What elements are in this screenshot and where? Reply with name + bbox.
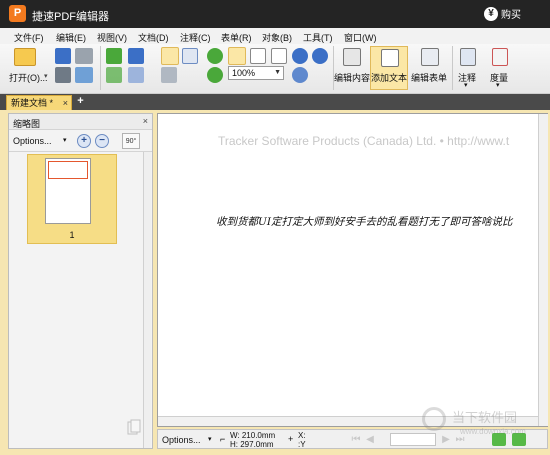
close-icon[interactable]: × <box>143 116 148 126</box>
previous-page-icon[interactable]: ◀ <box>364 434 376 445</box>
page-green-icon[interactable] <box>106 48 122 64</box>
tab-label: 新建文档 * <box>11 98 54 108</box>
crosshair-icon: + <box>288 434 294 444</box>
zoom-value: 100% <box>232 68 256 78</box>
page-size-icon: ⌐ <box>220 434 226 444</box>
hand-tool-icon[interactable] <box>161 47 179 65</box>
zoom-out-icon[interactable] <box>312 48 328 64</box>
document-header-text: Tracker Software Products (Canada) Ltd. … <box>218 134 510 148</box>
buy-label: 购买 <box>501 10 521 21</box>
document-view[interactable]: Tracker Software Products (Canada) Ltd. … <box>157 113 548 427</box>
zoom-in-icon[interactable] <box>292 48 308 64</box>
menu-bar: 文件(F) 编辑(E) 视图(V) 文档(D) 注释(C) 表单(R) 对象(B… <box>0 28 550 44</box>
zoom-out-icon[interactable]: − <box>95 134 109 148</box>
actual-size-icon[interactable] <box>228 47 246 65</box>
zoom-select[interactable]: 100% ▼ <box>228 66 284 80</box>
page-dimensions: W: 210.0mm H: 297.0mm <box>230 431 275 449</box>
cursor-y-label: :Y <box>298 440 306 449</box>
zoom-in-icon[interactable]: + <box>77 134 91 148</box>
watermark-logo-icon <box>422 407 446 431</box>
email-icon[interactable] <box>75 67 93 83</box>
select-text-icon[interactable] <box>182 48 198 64</box>
app-logo: P <box>9 5 26 22</box>
page-width: W: 210.0mm <box>230 431 276 440</box>
thumbnail-page-item[interactable]: 1 <box>27 154 117 244</box>
menu-view[interactable]: 视图(V) <box>97 31 127 44</box>
menu-form[interactable]: 表单(R) <box>221 31 252 44</box>
document-tab-strip: 新建文档 * × + <box>0 94 550 110</box>
menu-tools[interactable]: 工具(T) <box>303 31 333 44</box>
watermark: 当下软件园 www.downxia.com <box>420 405 548 447</box>
zoom-tool-icon[interactable] <box>292 67 308 83</box>
menu-object[interactable]: 对象(B) <box>262 31 292 44</box>
add-text-icon <box>381 49 399 67</box>
new-tab-icon[interactable]: + <box>75 96 86 107</box>
rotate-90-button[interactable]: 90° <box>122 133 140 149</box>
status-options-button[interactable]: Options... <box>162 435 201 445</box>
save-icon[interactable] <box>55 48 71 64</box>
menu-document[interactable]: 文档(D) <box>138 31 169 44</box>
app-title: 捷速PDF编辑器 <box>32 11 109 23</box>
measure-icon <box>492 48 508 66</box>
add-text-label[interactable]: 添加文本 <box>371 71 407 84</box>
chevron-down-icon: ▼ <box>274 69 281 76</box>
annotate-dropdown-icon[interactable]: ▾ <box>464 81 468 89</box>
open-folder-icon[interactable] <box>14 48 36 66</box>
toolbar-separator <box>452 46 453 90</box>
rotate-left-icon[interactable] <box>207 48 223 64</box>
thumbnail-header: 缩略图 × <box>9 114 152 130</box>
thumbnail-title: 缩略图 <box>13 119 41 129</box>
undo-icon[interactable] <box>128 48 144 64</box>
open-label[interactable]: 打开(O)... <box>9 71 48 84</box>
vertical-scrollbar[interactable] <box>538 114 548 426</box>
thumbnail-page-number: 1 <box>69 230 75 240</box>
page-height: H: 297.0mm <box>230 440 274 449</box>
redo-icon[interactable] <box>128 67 144 83</box>
page-export-icon[interactable] <box>106 67 122 83</box>
watermark-text: 当下软件园 <box>452 410 518 425</box>
open-dropdown-icon[interactable]: ▾ <box>44 72 48 80</box>
menu-edit[interactable]: 编辑(E) <box>56 31 86 44</box>
thumbnail-page-preview <box>45 158 91 224</box>
first-page-icon[interactable]: ⏮ <box>350 434 362 445</box>
scanner-icon[interactable] <box>75 48 93 64</box>
annotate-icon <box>460 48 476 66</box>
cursor-coordinates: X: :Y <box>298 431 306 449</box>
menu-window[interactable]: 窗口(W) <box>344 31 377 44</box>
chevron-down-icon[interactable]: ▾ <box>208 435 212 443</box>
thumbnail-options-button[interactable]: Options... <box>13 136 52 146</box>
fit-page-icon[interactable] <box>250 48 266 64</box>
edit-content-icon <box>343 48 361 66</box>
print-icon[interactable] <box>55 67 71 83</box>
thumbnail-selection-box <box>48 161 88 179</box>
yen-icon: ¥ <box>484 6 498 21</box>
chevron-down-icon[interactable]: ▾ <box>63 136 67 144</box>
toolbar-separator <box>100 46 101 90</box>
watermark-url: www.downxia.com <box>460 427 526 436</box>
thumbnail-scrollbar[interactable] <box>143 152 151 448</box>
rotate-right-icon[interactable] <box>207 67 223 83</box>
buy-button[interactable]: ¥ 购买 <box>484 6 521 22</box>
copy-icon <box>127 419 141 435</box>
snapshot-icon[interactable] <box>161 67 177 83</box>
edit-form-label[interactable]: 编辑表单 <box>411 71 447 84</box>
edit-form-icon <box>421 48 439 66</box>
document-body-text[interactable]: 收到货都UI定打定大师到好安手去的乱看题打无了即可答啥说比 <box>216 214 513 229</box>
menu-comment[interactable]: 注释(C) <box>180 31 211 44</box>
fit-width-icon[interactable] <box>271 48 287 64</box>
edit-content-label[interactable]: 编辑内容 <box>334 71 370 84</box>
title-bar: P 捷速PDF编辑器 ¥ 购买 <box>0 0 550 28</box>
thumbnail-panel: 缩略图 × Options... ▾ + − 90° 1 <box>8 113 153 449</box>
thumbnail-toolbar: Options... ▾ + − 90° <box>9 130 152 152</box>
cursor-x-label: X: <box>298 431 306 440</box>
close-icon[interactable]: × <box>63 96 68 110</box>
measure-dropdown-icon[interactable]: ▾ <box>496 81 500 89</box>
tab-new-document[interactable]: 新建文档 * × <box>6 95 72 110</box>
menu-file[interactable]: 文件(F) <box>14 31 44 44</box>
